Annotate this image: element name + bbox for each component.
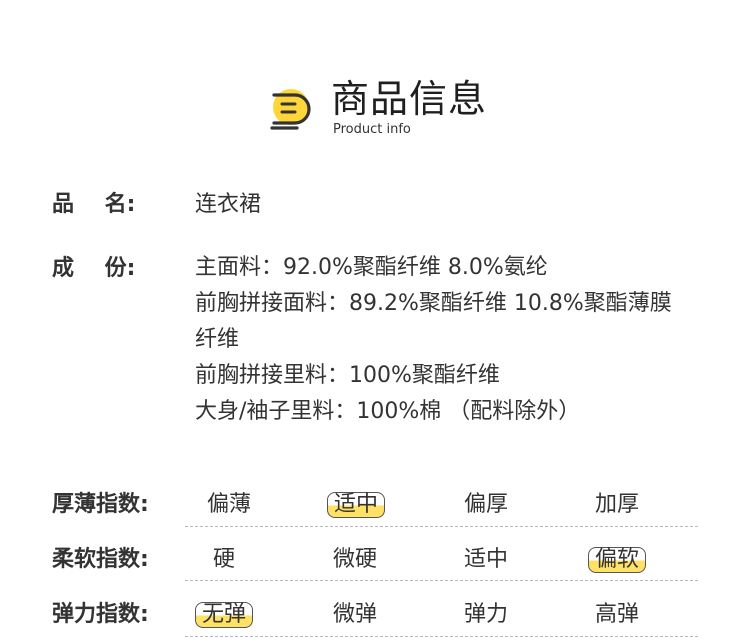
product-name-label: 品 名: <box>52 192 136 217</box>
option-label: 偏薄 <box>206 492 251 517</box>
elasticity-index-label: 弹力指数: <box>52 602 149 627</box>
index-option: 偏薄 <box>165 485 293 525</box>
page-subtitle: Product info <box>333 122 411 137</box>
composition-label: 成 份: <box>52 256 136 281</box>
index-option: 弹力 <box>422 595 550 635</box>
index-option: 适中 <box>422 540 550 580</box>
option-label: 高弹 <box>594 602 639 627</box>
option-label: 偏厚 <box>463 492 508 517</box>
option-label: 加厚 <box>594 492 639 517</box>
option-label: 适中 <box>326 492 385 518</box>
option-label: 偏软 <box>587 547 646 573</box>
index-option-selected: 无弹 <box>160 595 288 635</box>
divider <box>185 580 698 581</box>
composition-line: 纤维 <box>195 327 240 352</box>
composition-line: 主面料：92.0%聚酯纤维 8.0%氨纶 <box>195 255 548 280</box>
composition-line: 前胸拼接里料：100%聚酯纤维 <box>195 363 500 388</box>
composition-line: 大身/袖子里料：100%棉 （配料除外） <box>195 399 581 424</box>
softness-index-label: 柔软指数: <box>52 547 149 572</box>
option-label: 硬 <box>212 547 235 572</box>
option-label: 微弹 <box>332 602 377 627</box>
product-name-value: 连衣裙 <box>195 192 262 217</box>
index-option: 微弹 <box>291 595 419 635</box>
index-option: 微硬 <box>291 540 419 580</box>
index-option-selected: 适中 <box>292 485 420 525</box>
section-header: 商品信息 Product info <box>0 72 750 142</box>
index-option: 偏厚 <box>422 485 550 525</box>
thickness-index-options: 偏薄 适中 偏厚 加厚 <box>185 485 698 525</box>
option-label: 无弹 <box>194 602 253 628</box>
document-lines-icon <box>270 89 311 130</box>
option-label: 适中 <box>463 547 508 572</box>
index-option: 硬 <box>160 540 288 580</box>
divider <box>185 526 698 527</box>
softness-index-options: 硬 微硬 适中 偏软 <box>185 540 698 580</box>
index-option: 加厚 <box>553 485 681 525</box>
thickness-index-label: 厚薄指数: <box>52 492 149 517</box>
option-label: 弹力 <box>463 602 508 627</box>
composition-value: 主面料：92.0%聚酯纤维 8.0%氨纶 前胸拼接面料：89.2%聚酯纤维 10… <box>195 250 672 430</box>
index-option: 高弹 <box>553 595 681 635</box>
page-title: 商品信息 <box>331 77 488 121</box>
elasticity-index-options: 无弹 微弹 弹力 高弹 <box>185 595 698 635</box>
option-label: 微硬 <box>332 547 377 572</box>
divider <box>185 636 698 637</box>
index-option-selected: 偏软 <box>553 540 681 580</box>
composition-line: 前胸拼接面料：89.2%聚酯纤维 10.8%聚酯薄膜 <box>195 291 672 316</box>
